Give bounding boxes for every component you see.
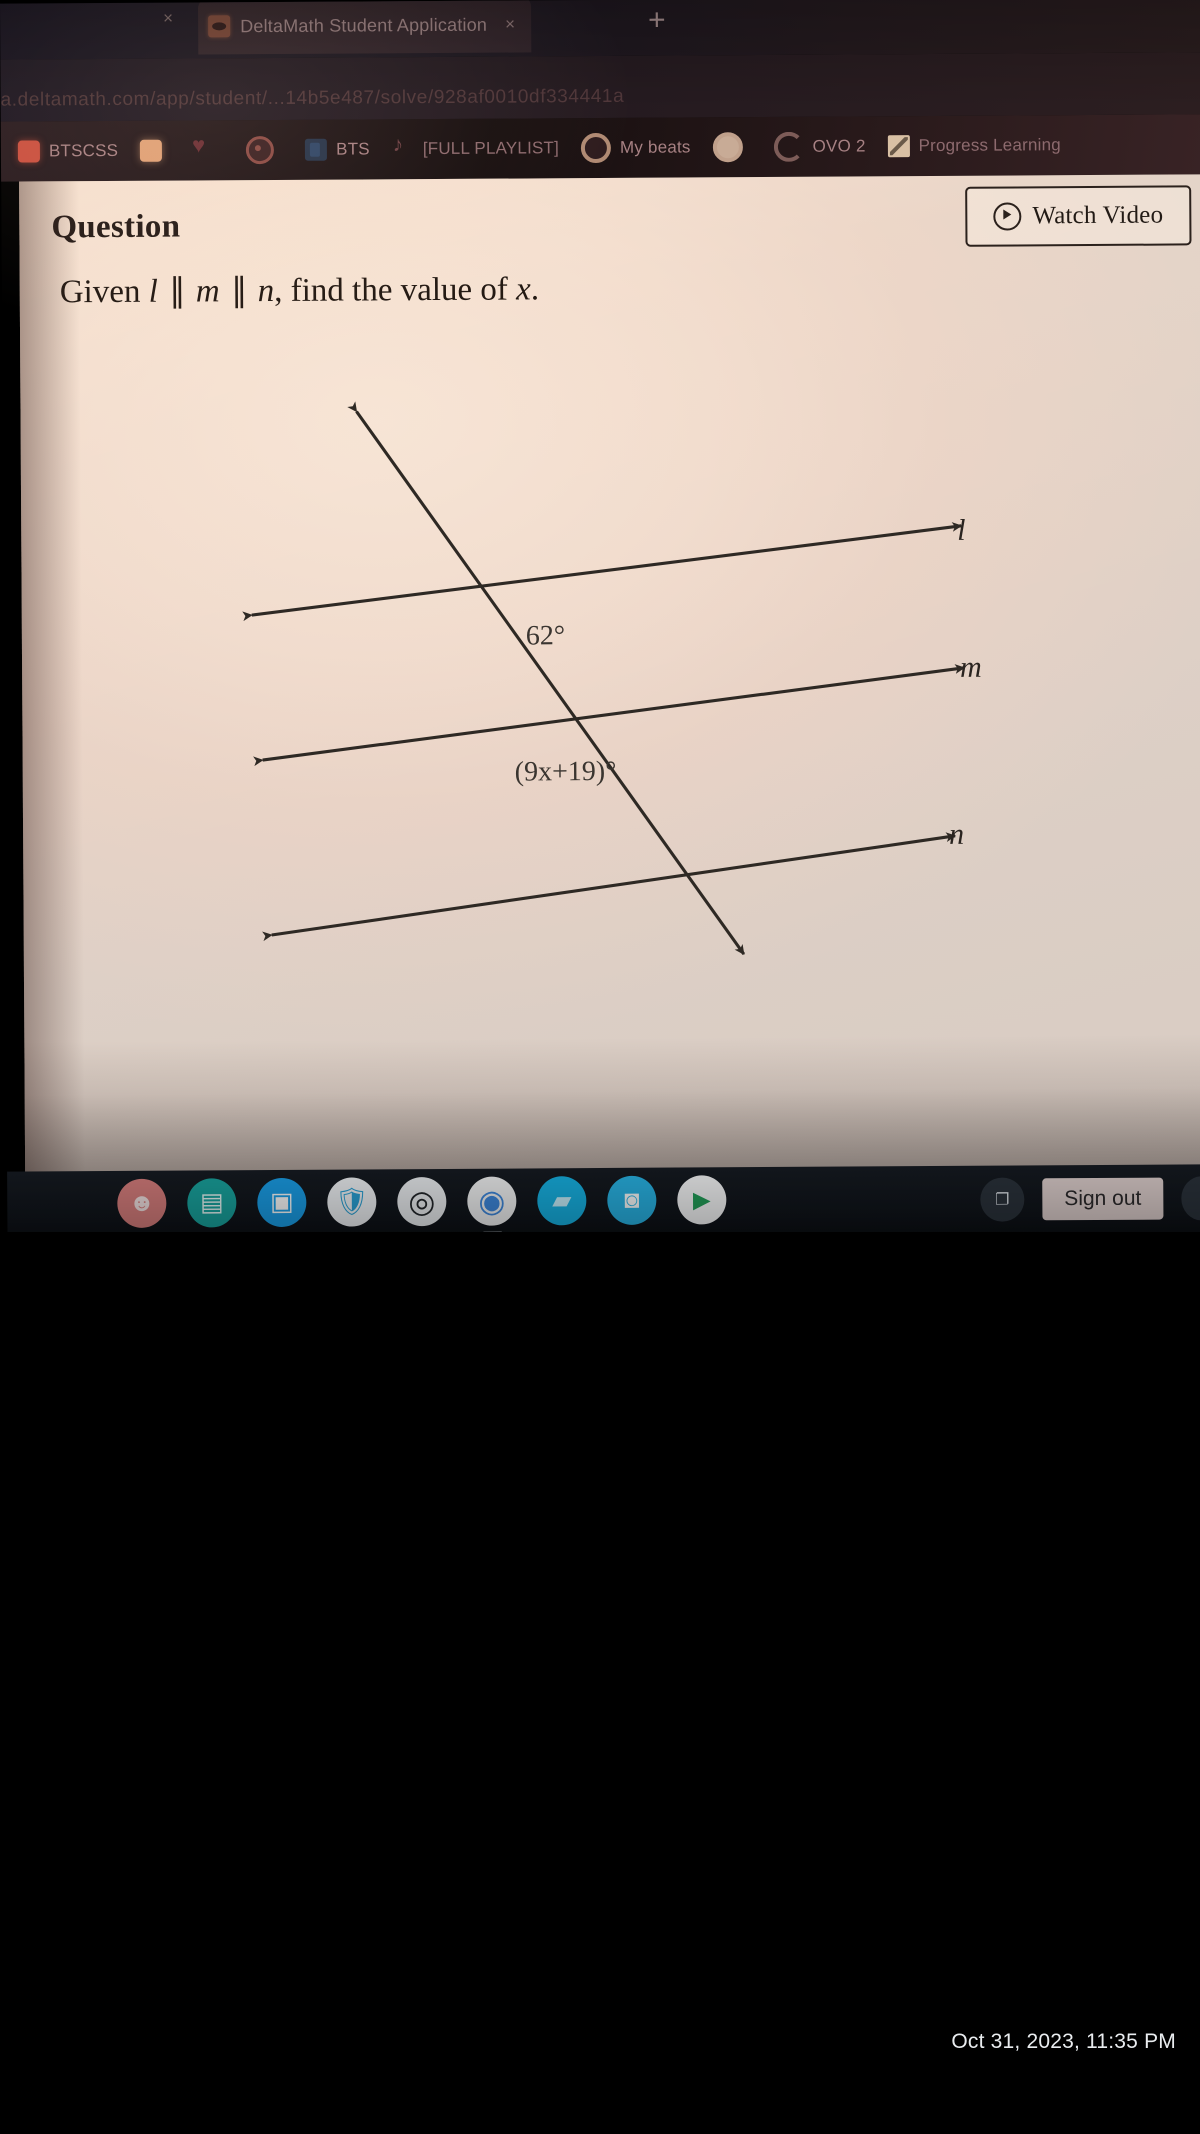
circle-dot-icon <box>246 135 275 165</box>
parallel-symbol: ∥ <box>168 273 185 310</box>
line-l-stroke <box>242 522 963 622</box>
label-line-m: m <box>959 650 982 684</box>
shield-glyph: 🛡 <box>334 1186 370 1217</box>
bookmark-progress-learning[interactable]: Progress Learning <box>876 125 1072 166</box>
play-store-app-icon[interactable]: ▶ <box>677 1175 727 1225</box>
label-line-l: l <box>957 513 966 547</box>
chrome-glyph: ◉ <box>478 1183 506 1219</box>
parallel-symbol: ∥ <box>230 273 247 310</box>
chrome-app-icon[interactable]: ◉ <box>467 1176 517 1226</box>
bookmark-circle[interactable] <box>235 130 294 170</box>
shelf-app-list: ☻ ▤ ▣ 🛡 ◎ ◉ ▰ ◙ ▶ <box>117 1175 727 1228</box>
prompt-period: . <box>530 271 540 308</box>
bookmark-bts[interactable]: BTS <box>294 129 381 170</box>
close-icon[interactable]: × <box>505 15 515 35</box>
playlist-thumb-icon <box>887 135 910 158</box>
slides-glyph: ▤ <box>199 1188 224 1217</box>
page-bottom-shadow <box>24 1034 1200 1182</box>
browser-tab-strip: × DeltaMath Student Application × + <box>0 0 1200 60</box>
prompt-line-m: m <box>195 273 220 310</box>
system-timestamp: Oct 31, 2023, 11:35 PM <box>951 2030 1176 2053</box>
bookmarks-bar: BTSCSS BTS [FULL PLAYLIST] <box>0 114 1200 182</box>
browser-tab[interactable]: DeltaMath Student Application × <box>197 0 532 55</box>
watch-video-label: Watch Video <box>1032 201 1164 230</box>
slides-app-icon[interactable]: ▤ <box>187 1178 237 1228</box>
target-glyph: ◎ <box>408 1184 436 1220</box>
figure-svg <box>242 401 966 956</box>
prompt-lead: Given <box>59 273 141 311</box>
page-left-shadow <box>19 181 86 1182</box>
play-glyph: ▶ <box>692 1186 711 1213</box>
shield-app-icon[interactable]: 🛡 <box>327 1177 377 1227</box>
bookmark-peach[interactable] <box>129 131 182 171</box>
new-tab-button[interactable]: + <box>648 4 666 37</box>
bookmark-my-beats[interactable]: My beats <box>570 127 702 168</box>
bookmark-target[interactable] <box>701 127 762 167</box>
deltamath-favicon <box>208 15 231 38</box>
dark-background-area: Oct 31, 2023, 11:35 PM <box>0 1232 1200 2134</box>
tray-overflow-icon[interactable] <box>1181 1176 1200 1221</box>
prompt-variable-x: x <box>516 271 531 308</box>
spinner-icon <box>773 131 804 162</box>
bookmark-btscss[interactable]: BTSCSS <box>7 131 129 172</box>
bookmark-label: Progress Learning <box>918 135 1061 156</box>
shelf-status-tray: ❐ Sign out <box>980 1176 1200 1222</box>
prompt-tail: , find the value of <box>274 271 508 309</box>
transversal-stroke <box>347 401 746 956</box>
bookmark-heart[interactable] <box>182 130 235 170</box>
angle-label-62: 62° <box>525 620 566 652</box>
target-app-icon[interactable]: ◎ <box>397 1176 447 1227</box>
geometry-figure: l m n 62° (9x+19)° <box>140 335 1144 961</box>
files-app-icon[interactable]: ▰ <box>537 1176 587 1226</box>
address-bar-url[interactable]: a.deltamath.com/app/student/...14b5e487/… <box>1 86 625 112</box>
face-glyph: ☻ <box>128 1188 156 1217</box>
chromebook-screen: × DeltaMath Student Application × + a.de… <box>0 0 1200 1244</box>
prompt-line-l: l <box>148 273 158 310</box>
peach-square-icon <box>140 139 163 162</box>
bookmark-label: My beats <box>619 137 691 157</box>
zoom-glyph: ▣ <box>269 1187 294 1217</box>
question-prompt: Given l ∥ m ∥ n, find the value of x. <box>60 268 540 311</box>
screen-capture-icon[interactable]: ❐ <box>980 1177 1025 1222</box>
face-app-icon[interactable]: ☻ <box>117 1178 167 1228</box>
photo-of-chromebook-screen: × DeltaMath Student Application × + a.de… <box>0 0 1200 2134</box>
prompt-line-n: n <box>257 272 275 310</box>
sign-out-button[interactable]: Sign out <box>1042 1177 1164 1221</box>
watch-video-button[interactable]: Watch Video <box>965 185 1192 247</box>
line-n-stroke <box>262 832 957 942</box>
bookmark-label: OVO 2 <box>812 136 866 156</box>
music-note-icon <box>392 138 414 160</box>
red-square-icon <box>17 140 40 163</box>
camera-glyph: ◙ <box>624 1185 640 1214</box>
play-circle-icon <box>993 202 1022 231</box>
camera-app-icon[interactable]: ◙ <box>607 1175 657 1225</box>
close-icon[interactable]: × <box>160 9 176 28</box>
bookmark-full-playlist[interactable]: [FULL PLAYLIST] <box>381 128 570 169</box>
bookmark-label: BTSCSS <box>48 140 119 161</box>
record-ring-icon <box>580 132 612 164</box>
zoom-app-icon[interactable]: ▣ <box>257 1177 307 1228</box>
heart-icon <box>193 139 215 161</box>
bookmark-ovo-2[interactable]: OVO 2 <box>762 126 876 167</box>
page-title: Question <box>51 208 181 246</box>
deltamath-question-page: Question Watch Video Given l ∥ m ∥ n, fi… <box>19 174 1200 1182</box>
bookmark-label: BTS <box>336 139 370 159</box>
angle-label-9x-plus-19: (9x+19)° <box>514 755 617 788</box>
blue-doc-icon <box>305 138 328 161</box>
target-ring-icon <box>712 132 743 163</box>
line-m-stroke <box>253 664 966 767</box>
files-glyph: ▰ <box>552 1186 572 1215</box>
label-line-n: n <box>949 817 965 851</box>
tab-title: DeltaMath Student Application <box>240 14 488 36</box>
bookmark-label: [FULL PLAYLIST] <box>422 138 560 159</box>
